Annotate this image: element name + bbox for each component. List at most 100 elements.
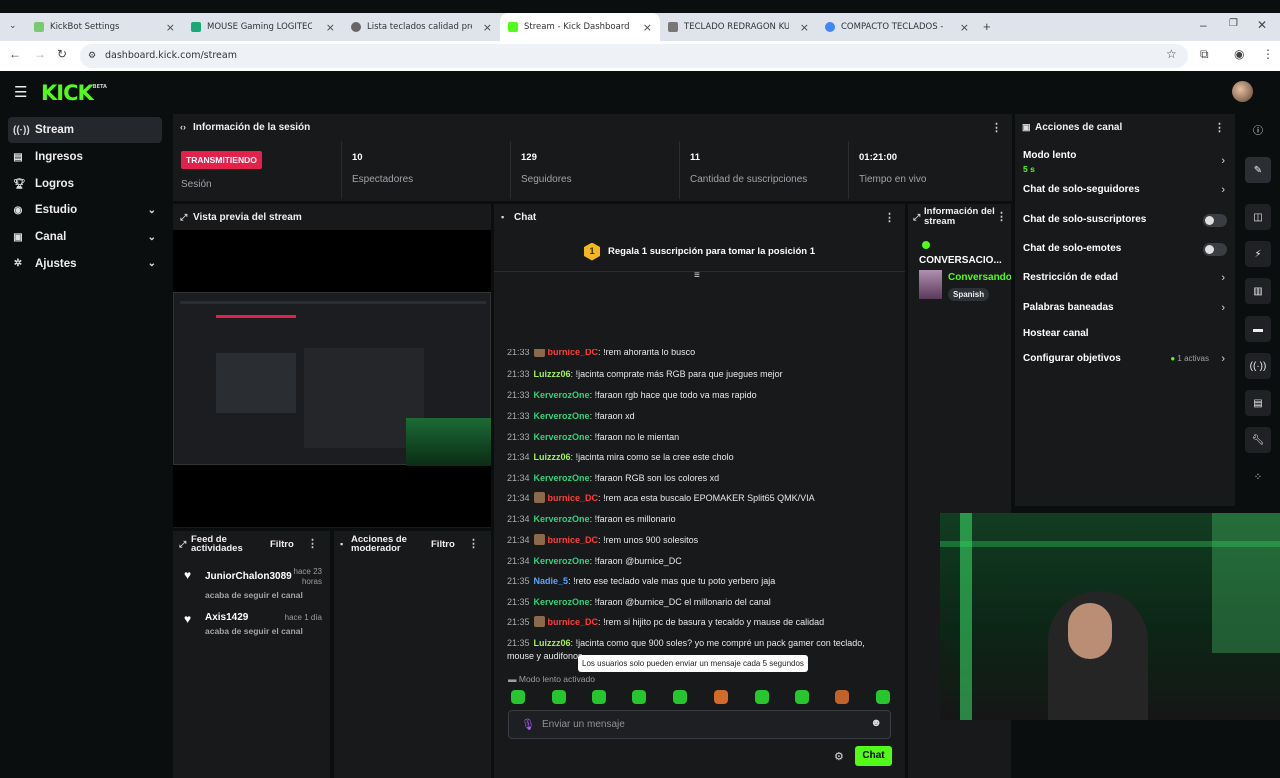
sidebar-item-logros[interactable]: 🏆︎ Logros	[0, 171, 170, 198]
avatar[interactable]	[1232, 81, 1253, 102]
tab-mouse[interactable]: MOUSE Gaming LOGITECH G30...×	[183, 13, 343, 41]
tab-teclados[interactable]: Lista teclados calidad precio×	[343, 13, 500, 41]
hamburger-icon[interactable]: ☰	[14, 83, 27, 101]
followers-only-item[interactable]: Chat de solo-seguidores ›	[1015, 184, 1235, 202]
message-username[interactable]: KerverozOne	[534, 597, 590, 607]
emote-icon[interactable]	[714, 690, 728, 704]
chat-settings-icon[interactable]: ⚙	[834, 750, 844, 763]
tab-compacto[interactable]: COMPACTO TECLADOS - Busca...×	[817, 13, 977, 41]
message-username[interactable]: KerverozOne	[534, 411, 590, 421]
message-username[interactable]: KerverozOne	[534, 432, 590, 442]
more-options-icon[interactable]: ⋮	[996, 212, 1007, 223]
tab-search-icon[interactable]: ⌄	[9, 20, 17, 31]
expand-icon[interactable]: ⤢	[913, 212, 920, 222]
sidebar-item-stream[interactable]: ((·)) Stream	[8, 117, 162, 143]
apps-icon[interactable]: ⁘	[1245, 464, 1271, 490]
emote-icon[interactable]	[592, 690, 606, 704]
emote-icon[interactable]	[552, 690, 566, 704]
document-icon[interactable]: ▥	[1245, 278, 1271, 304]
category-thumbnail[interactable]	[919, 270, 942, 299]
minimize-icon[interactable]: –	[1200, 18, 1207, 32]
emote-icon[interactable]	[835, 690, 849, 704]
forward-icon[interactable]: →	[34, 47, 46, 61]
close-icon[interactable]: ×	[483, 21, 492, 34]
category-link[interactable]: Conversando	[948, 272, 1011, 283]
message-text: !rem aca esta buscalo EPOMAKER Split65 Q…	[603, 493, 815, 503]
session-icon: ‹›	[180, 122, 186, 132]
emote-icon[interactable]	[511, 690, 525, 704]
url-field[interactable]: ⚙ dashboard.kick.com/stream	[80, 44, 1188, 68]
extensions-icon[interactable]: ⧉	[1200, 47, 1209, 62]
flash-icon[interactable]: ⚡︎	[1245, 241, 1271, 267]
tab-kick-dashboard[interactable]: Stream - Kick Dashboard ×	[500, 13, 660, 41]
bookmark-star-icon[interactable]: ☆	[1166, 47, 1177, 61]
emote-icon[interactable]	[876, 690, 890, 704]
filter-icon[interactable]: ≡	[694, 270, 700, 281]
close-icon[interactable]: ×	[643, 21, 652, 34]
message-username[interactable]: KerverozOne	[534, 473, 590, 483]
message-username[interactable]: burnice_DC	[548, 349, 599, 357]
sidebar-item-canal[interactable]: ▣ Canal ⌄	[0, 224, 170, 251]
filter-button[interactable]: Filtro	[270, 540, 294, 550]
emote-icon[interactable]	[795, 690, 809, 704]
site-info-icon[interactable]: ⚙	[88, 44, 96, 68]
new-tab-icon[interactable]: +	[983, 19, 991, 34]
maximize-icon[interactable]: ❐	[1229, 18, 1238, 29]
filter-button[interactable]: Filtro	[431, 540, 455, 550]
layout-icon[interactable]: ▤	[1245, 390, 1271, 416]
sidebar-item-ingresos[interactable]: ▤ Ingresos	[0, 144, 170, 171]
close-icon[interactable]: ×	[960, 21, 969, 34]
emote-icon[interactable]	[632, 690, 646, 704]
message-username[interactable]: Luizzz06	[534, 452, 571, 462]
more-options-icon[interactable]: ⋮	[468, 538, 479, 549]
expand-icon[interactable]: ⤢	[179, 539, 186, 549]
menu-icon[interactable]: ⋮	[1262, 47, 1274, 61]
emote-icon[interactable]	[755, 690, 769, 704]
tab-kickbot[interactable]: KickBot Settings ×	[26, 13, 183, 41]
message-username[interactable]: Luizzz06	[534, 638, 571, 648]
wrench-icon[interactable]: 🔧︎	[1245, 427, 1271, 453]
more-options-icon[interactable]: ⋮	[307, 538, 318, 549]
message-username[interactable]: burnice_DC	[548, 493, 599, 503]
close-window-icon[interactable]: ✕	[1257, 18, 1267, 32]
more-options-icon[interactable]: ⋮	[991, 121, 1002, 134]
close-icon[interactable]: ×	[326, 21, 335, 34]
host-channel-item[interactable]: Hostear canal	[1015, 328, 1235, 346]
goals-item[interactable]: Configurar objetivos ● 1 activas ›	[1015, 353, 1235, 371]
emoji-icon[interactable]: ☻	[870, 717, 882, 729]
more-options-icon[interactable]: ⋮	[884, 211, 895, 224]
message-username[interactable]: KerverozOne	[534, 514, 590, 524]
close-icon[interactable]: ×	[166, 21, 175, 34]
broadcast-icon[interactable]: ((·))	[1245, 353, 1271, 379]
message-username[interactable]: Nadie_5	[534, 576, 569, 586]
expand-icon[interactable]: ⤢	[180, 212, 187, 223]
age-restriction-item[interactable]: Restricción de edad ›	[1015, 272, 1235, 290]
kick-logo[interactable]: KICKBETA	[41, 81, 107, 105]
message-username[interactable]: burnice_DC	[548, 535, 599, 545]
close-icon[interactable]: ×	[800, 21, 809, 34]
more-options-icon[interactable]: ⋮	[1214, 121, 1225, 134]
emotes-only-toggle[interactable]	[1203, 243, 1227, 256]
message-username[interactable]: KerverozOne	[534, 390, 590, 400]
back-icon[interactable]: ←	[9, 47, 21, 61]
banned-words-item[interactable]: Palabras baneadas ›	[1015, 302, 1235, 320]
send-chat-button[interactable]: Chat	[855, 746, 892, 766]
reload-icon[interactable]: ↻	[57, 47, 67, 61]
edit-icon[interactable]: ✎	[1245, 157, 1271, 183]
message-username[interactable]: KerverozOne	[534, 556, 590, 566]
subs-only-toggle[interactable]	[1203, 214, 1227, 227]
pinned-gift-banner[interactable]: 1 Regala 1 suscripción para tomar la pos…	[494, 232, 905, 272]
chat-input[interactable]: 🎙︎ Enviar un mensaje ☻	[508, 710, 891, 739]
message-username[interactable]: burnice_DC	[548, 617, 599, 627]
sidebar-item-ajustes[interactable]: ✲ Ajustes ⌄	[0, 250, 170, 277]
profile-icon[interactable]: ◉	[1234, 47, 1244, 61]
screenshot-icon[interactable]: ◫	[1245, 204, 1271, 230]
slow-mode-item[interactable]: Modo lento 5 s ›	[1015, 150, 1235, 176]
tab-redragon[interactable]: TECLADO REDRAGON KUMARA...×	[660, 13, 817, 41]
video-player[interactable]	[173, 230, 491, 527]
chat-bubble-icon[interactable]: ▬	[1245, 316, 1271, 342]
message-username[interactable]: Luizzz06	[534, 369, 571, 379]
info-icon[interactable]: ⓘ	[1253, 122, 1263, 137]
emote-icon[interactable]	[673, 690, 687, 704]
sidebar-item-estudio[interactable]: ◉ Estudio ⌄	[0, 197, 170, 224]
